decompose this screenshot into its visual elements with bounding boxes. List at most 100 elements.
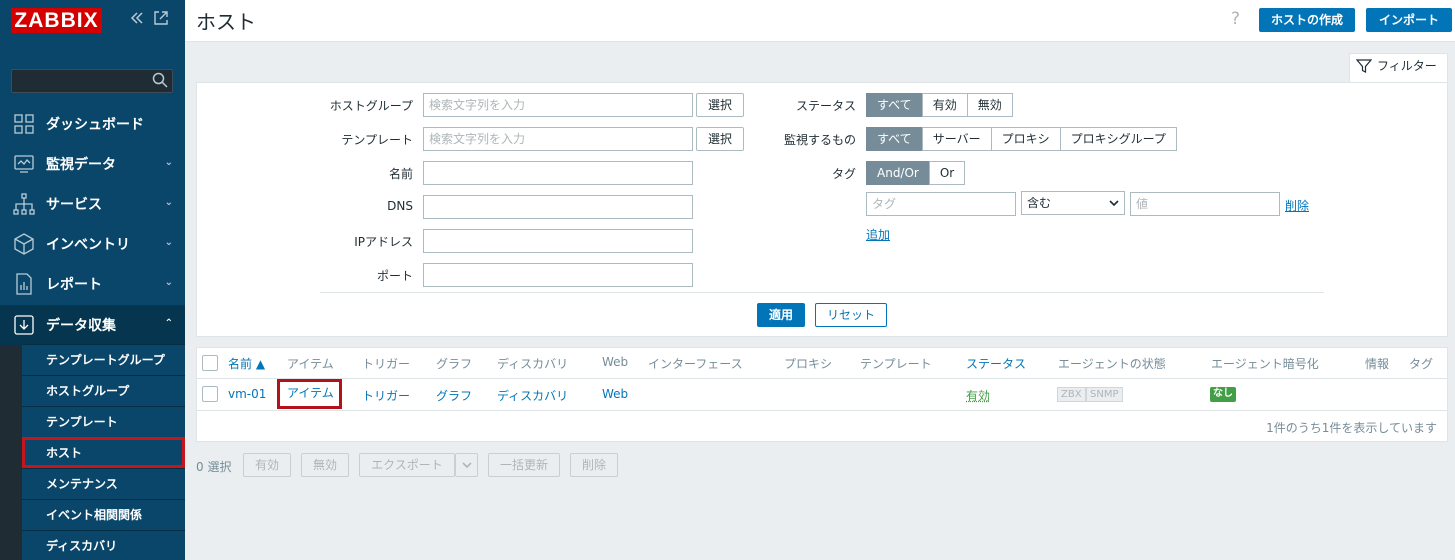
tag-value-input[interactable]: 値: [1130, 192, 1280, 216]
page-header: ホスト ? ホストの作成 インポート: [185, 0, 1455, 42]
bulk-enable-button[interactable]: 有効: [243, 453, 291, 477]
chevron-down-icon: ⌄: [164, 277, 173, 288]
submenu-gutter: [0, 345, 22, 560]
sidebar-item-label: インベントリ: [46, 237, 130, 253]
host-name-link[interactable]: vm-01: [228, 387, 266, 401]
status-label: ステータス: [795, 99, 856, 113]
submenu-item-event-correlation[interactable]: イベント相関関係: [22, 499, 185, 530]
column-header-agent-encryption: エージェント暗号化: [1211, 357, 1319, 371]
ip-input[interactable]: [423, 229, 693, 253]
tags-label: タグ: [831, 167, 856, 181]
status-option-enabled[interactable]: 有効: [921, 93, 968, 117]
column-header-name[interactable]: 名前 ▲: [228, 355, 265, 372]
popout-icon[interactable]: [153, 10, 169, 30]
column-header-graphs: グラフ: [436, 357, 473, 371]
row-checkbox[interactable]: [202, 386, 218, 402]
filter-tab-label: フィルター: [1377, 59, 1437, 73]
status-option-disabled[interactable]: 無効: [966, 93, 1013, 117]
triggers-link[interactable]: トリガー: [362, 387, 410, 404]
hosts-table: 名前 ▲ アイテム トリガー グラフ ディスカバリ Web インターフェース プ…: [196, 347, 1448, 442]
tag-add-link[interactable]: 追加: [866, 226, 890, 243]
sidebar-item-label: データ収集: [46, 318, 116, 334]
search-icon[interactable]: [152, 72, 168, 88]
tag-name-input[interactable]: タグ: [866, 192, 1016, 216]
double-chevron-left-icon[interactable]: [129, 10, 145, 30]
status-segment: すべて 有効 無効: [866, 93, 1013, 117]
monitored-by-label: 監視するもの: [783, 133, 856, 147]
sidebar-item-services[interactable]: サービス ⌄: [0, 184, 185, 224]
bulk-delete-button[interactable]: 削除: [570, 453, 618, 477]
page-title: ホスト: [196, 10, 256, 34]
sidebar-item-label: ダッシュボード: [46, 117, 144, 133]
export-dropdown-button[interactable]: [455, 453, 478, 477]
status-toggle[interactable]: 有効: [966, 387, 990, 404]
hostgroup-label: ホストグループ: [329, 99, 413, 113]
chevron-down-icon: [1109, 200, 1119, 207]
monitored-option-all[interactable]: すべて: [866, 127, 923, 151]
template-input[interactable]: 検索文字列を入力: [423, 127, 693, 151]
discovery-link[interactable]: ディスカバリ: [497, 387, 568, 404]
column-header-tags: タグ: [1409, 357, 1434, 371]
hostgroup-input[interactable]: 検索文字列を入力: [423, 93, 693, 117]
zbx-availability-badge: ZBX: [1057, 387, 1086, 402]
tab-filter[interactable]: フィルター: [1349, 53, 1448, 83]
submenu-item-maintenance[interactable]: メンテナンス: [22, 468, 185, 499]
graphs-link[interactable]: グラフ: [436, 387, 472, 404]
monitored-by-segment: すべて サーバー プロキシ プロキシグループ: [866, 127, 1177, 151]
filter-icon: [1356, 59, 1372, 73]
services-icon: [13, 193, 35, 215]
snmp-availability-badge: SNMP: [1086, 387, 1123, 402]
column-header-agent-availability: エージェントの状態: [1058, 357, 1166, 371]
tag-remove-link[interactable]: 削除: [1285, 197, 1309, 214]
sidebar-item-label: レポート: [46, 277, 102, 293]
monitored-option-server[interactable]: サーバー: [921, 127, 992, 151]
web-link[interactable]: Web: [602, 387, 628, 401]
tag-option-or[interactable]: Or: [928, 161, 966, 185]
column-header-status[interactable]: ステータス: [966, 355, 1026, 372]
submenu-item-host-groups[interactable]: ホストグループ: [22, 375, 185, 406]
dns-input[interactable]: [423, 195, 693, 219]
ip-label: IPアドレス: [354, 235, 413, 249]
sidebar: ZABBIX ダッシュボード 監視データ ⌄ サービス ⌄ インベントリ ⌄ レ…: [0, 0, 185, 560]
bulk-disable-button[interactable]: 無効: [301, 453, 349, 477]
row-divider: [197, 410, 1447, 411]
import-button[interactable]: インポート: [1366, 8, 1452, 32]
submenu-item-template-groups[interactable]: テンプレートグループ: [22, 344, 185, 375]
data-collection-icon: [14, 315, 34, 335]
apply-button[interactable]: 適用: [757, 303, 805, 327]
tag-operator-select[interactable]: 含む: [1021, 191, 1125, 215]
items-link[interactable]: アイテム: [277, 379, 342, 409]
create-host-button[interactable]: ホストの作成: [1259, 8, 1355, 32]
status-option-all[interactable]: すべて: [866, 93, 923, 117]
tag-operator-value: 含む: [1027, 196, 1052, 210]
select-all-checkbox[interactable]: [202, 355, 218, 371]
sidebar-item-data-collection[interactable]: データ収集 ⌃: [0, 305, 185, 345]
monitored-option-proxy[interactable]: プロキシ: [990, 127, 1061, 151]
chevron-down-icon: ⌄: [164, 197, 173, 208]
sidebar-item-monitoring[interactable]: 監視データ ⌄: [0, 144, 185, 184]
help-icon[interactable]: ?: [1231, 9, 1240, 29]
sidebar-item-dashboard[interactable]: ダッシュボード: [0, 104, 185, 144]
column-header-items: アイテム: [287, 357, 334, 371]
submenu-item-discovery[interactable]: ディスカバリ: [22, 530, 185, 560]
sidebar-search-input[interactable]: [11, 69, 173, 93]
zabbix-logo[interactable]: ZABBIX: [11, 8, 102, 33]
selected-count: 0 選択: [196, 460, 232, 474]
column-header-templates: テンプレート: [860, 357, 932, 371]
submenu-item-templates[interactable]: テンプレート: [22, 406, 185, 437]
template-select-button[interactable]: 選択: [696, 127, 744, 151]
tag-option-and-or[interactable]: And/Or: [866, 161, 930, 185]
sidebar-item-reports[interactable]: レポート ⌄: [0, 264, 185, 304]
dns-label: DNS: [387, 199, 413, 213]
bulk-mass-update-button[interactable]: 一括更新: [488, 453, 560, 477]
monitored-option-proxy-group[interactable]: プロキシグループ: [1059, 127, 1177, 151]
reset-button[interactable]: リセット: [815, 303, 887, 327]
bulk-export-button[interactable]: エクスポート: [359, 453, 455, 477]
port-input[interactable]: [423, 263, 693, 287]
hostgroup-select-button[interactable]: 選択: [696, 93, 744, 117]
name-label: 名前: [388, 167, 413, 181]
submenu-item-hosts[interactable]: ホスト: [22, 437, 185, 468]
chevron-up-icon: ⌃: [164, 318, 173, 329]
name-input[interactable]: [423, 161, 693, 185]
sidebar-item-inventory[interactable]: インベントリ ⌄: [0, 224, 185, 264]
